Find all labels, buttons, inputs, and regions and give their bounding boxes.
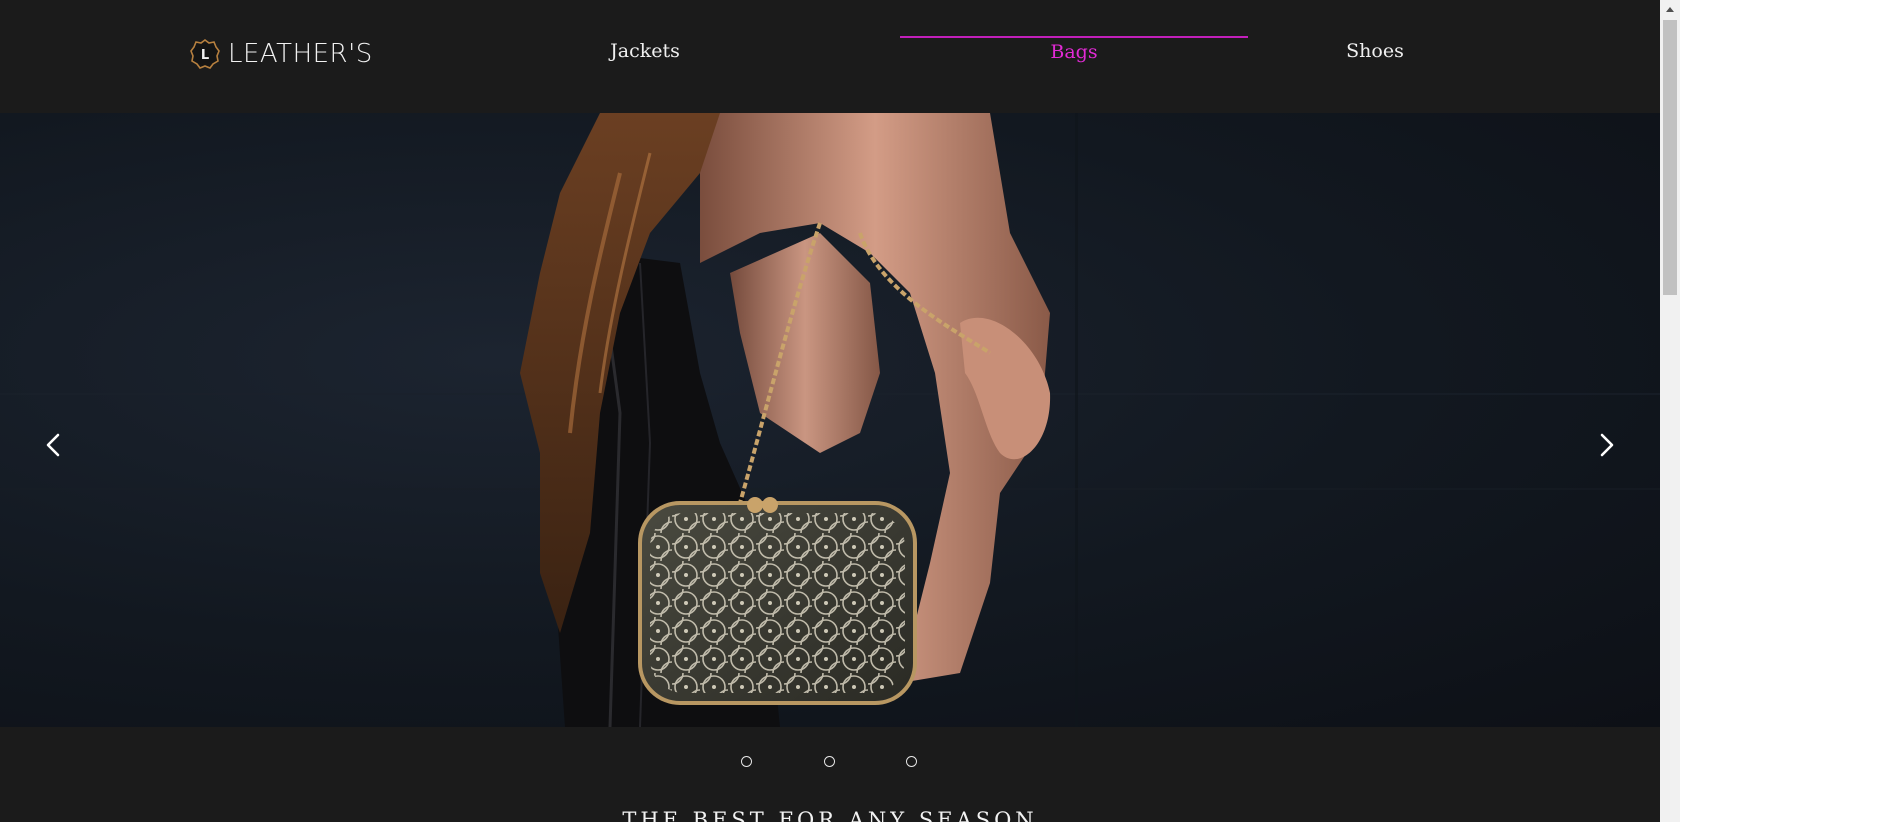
nav-bags[interactable]: Bags — [900, 41, 1248, 63]
section-tagline: THE BEST FOR ANY SEASON — [622, 808, 1038, 822]
page: L LEATHER'S Jackets Bags Shoes THE BEST … — [0, 0, 1660, 822]
nav-shoes[interactable]: Shoes — [1320, 40, 1430, 62]
hero-image — [0, 113, 1660, 727]
logo-letter: L — [201, 48, 209, 63]
logo-badge-icon: L — [190, 38, 220, 70]
scrollbar-thumb[interactable] — [1663, 20, 1677, 295]
scroll-up-arrow-icon[interactable] — [1660, 0, 1680, 20]
vertical-scrollbar[interactable] — [1660, 0, 1680, 822]
slider-dots — [0, 756, 1660, 774]
chevron-left-icon — [46, 433, 60, 457]
active-nav-underline — [900, 36, 1248, 38]
logo-text: LEATHER'S — [228, 39, 373, 69]
slider-next-button[interactable] — [1586, 425, 1626, 465]
nav-jackets[interactable]: Jackets — [590, 40, 700, 62]
site-header: L LEATHER'S Jackets Bags Shoes — [0, 0, 1660, 113]
slider-dot-2[interactable] — [824, 756, 835, 767]
clutch-bag — [638, 497, 917, 705]
hero-slider — [0, 113, 1660, 727]
slider-prev-button[interactable] — [34, 425, 74, 465]
logo[interactable]: L LEATHER'S — [190, 36, 373, 72]
slider-dot-3[interactable] — [906, 756, 917, 767]
chevron-right-icon — [1600, 433, 1614, 457]
slider-dot-1[interactable] — [741, 756, 752, 767]
